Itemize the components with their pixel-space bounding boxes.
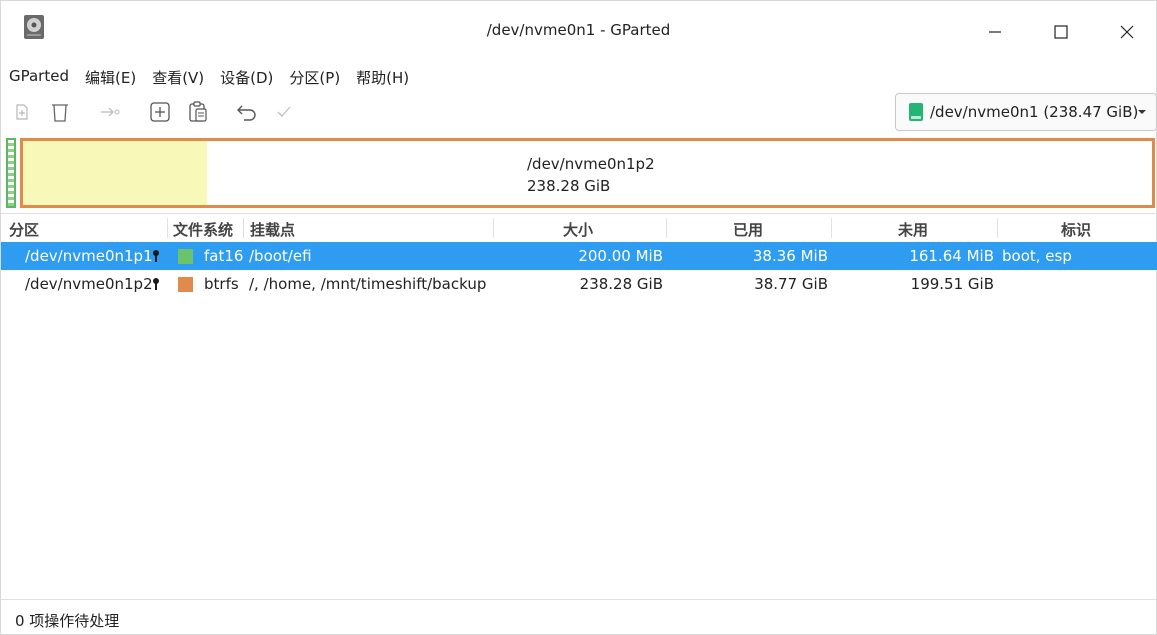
menu-edit[interactable]: 编辑(E) — [77, 65, 144, 91]
disk-map-partition-size: 238.28 GiB — [527, 177, 611, 195]
delete-button[interactable] — [47, 99, 73, 125]
table-row[interactable]: /dev/nvme0n1p1 fat16 /boot/efi 200.00 Mi… — [1, 242, 1157, 270]
menu-help[interactable]: 帮助(H) — [348, 65, 417, 91]
column-separator — [831, 218, 832, 238]
menu-partition[interactable]: 分区(P) — [281, 65, 348, 91]
cell-unused: 199.51 GiB — [910, 275, 994, 293]
title-bar: /dev/nvme0n1 - GParted — [1, 1, 1156, 63]
copy-icon — [150, 102, 170, 122]
table-header: 分区 文件系统 挂载点 大小 已用 未用 标识 — [1, 214, 1157, 242]
device-label: /dev/nvme0n1 (238.47 GiB) — [930, 103, 1139, 121]
new-partition-icon — [16, 104, 28, 120]
cell-used: 38.77 GiB — [754, 275, 828, 293]
undo-icon — [237, 105, 256, 121]
minimize-icon — [989, 31, 1001, 33]
column-header-used[interactable]: 已用 — [733, 219, 763, 240]
copy-button[interactable] — [147, 99, 173, 125]
column-header-size[interactable]: 大小 — [563, 219, 593, 240]
paste-icon — [189, 101, 207, 122]
paste-button[interactable] — [185, 99, 211, 125]
undo-button[interactable] — [234, 99, 260, 125]
cell-partition: /dev/nvme0n1p2 — [25, 275, 153, 293]
disk-map-used-space — [23, 141, 208, 205]
table-row[interactable]: /dev/nvme0n1p2 btrfs /, /home, /mnt/time… — [1, 270, 1157, 298]
disk-map-partition-p2[interactable]: /dev/nvme0n1p2 238.28 GiB — [20, 138, 1155, 208]
column-separator — [167, 218, 168, 238]
pending-operations-status: 0 项操作待处理 — [15, 612, 120, 630]
new-partition-button[interactable] — [9, 99, 35, 125]
resize-move-button[interactable] — [97, 99, 123, 125]
key-icon — [153, 250, 159, 262]
column-header-unused[interactable]: 未用 — [898, 219, 928, 240]
resize-move-icon — [101, 107, 120, 117]
partition-table: 分区 文件系统 挂载点 大小 已用 未用 标识 /dev/nvme0n1p1 f… — [1, 213, 1157, 599]
filesystem-color-swatch — [178, 277, 193, 292]
apply-icon — [277, 106, 291, 117]
cell-size: 238.28 GiB — [579, 275, 663, 293]
menu-gparted[interactable]: GParted — [1, 65, 77, 91]
column-separator — [243, 218, 244, 238]
disk-map-partition-name: /dev/nvme0n1p2 — [527, 155, 655, 173]
apply-button[interactable] — [271, 99, 297, 125]
cell-size: 200.00 MiB — [578, 247, 663, 265]
disk-icon — [909, 103, 923, 121]
gparted-window: /dev/nvme0n1 - GParted GParted 编辑(E) 查看(… — [0, 0, 1157, 635]
menu-device[interactable]: 设备(D) — [212, 65, 281, 91]
delete-icon — [52, 104, 68, 122]
column-separator — [666, 218, 667, 238]
cell-partition: /dev/nvme0n1p1 — [25, 247, 153, 265]
chevron-down-icon — [1138, 110, 1146, 114]
column-header-partition[interactable]: 分区 — [9, 219, 39, 240]
status-bar: 0 项操作待处理 — [1, 599, 1156, 635]
cell-filesystem: fat16 — [204, 247, 244, 265]
cell-unused: 161.64 MiB — [909, 247, 994, 265]
maximize-icon — [1054, 25, 1068, 39]
menu-bar: GParted 编辑(E) 查看(V) 设备(D) 分区(P) 帮助(H) — [1, 65, 417, 91]
column-separator — [493, 218, 494, 238]
column-header-filesystem[interactable]: 文件系统 — [173, 219, 233, 240]
disk-map-label: /dev/nvme0n1p2 238.28 GiB — [527, 153, 655, 197]
cell-filesystem: btrfs — [204, 275, 239, 293]
maximize-button[interactable] — [1043, 15, 1079, 49]
column-separator — [997, 218, 998, 238]
filesystem-color-swatch — [178, 249, 193, 264]
close-icon — [1120, 25, 1134, 39]
close-button[interactable] — [1109, 15, 1145, 49]
cell-used: 38.36 MiB — [752, 247, 828, 265]
disk-map-partition-p1[interactable] — [6, 138, 16, 208]
cell-mountpoint: /, /home, /mnt/timeshift/backup — [249, 275, 487, 293]
column-header-mountpoint[interactable]: 挂载点 — [250, 219, 295, 240]
minimize-button[interactable] — [977, 15, 1013, 49]
device-selector[interactable]: /dev/nvme0n1 (238.47 GiB) — [895, 93, 1157, 131]
key-icon — [153, 278, 159, 290]
cell-flags: boot, esp — [1002, 247, 1072, 265]
cell-mountpoint: /boot/efi — [249, 247, 312, 265]
menu-view[interactable]: 查看(V) — [144, 65, 212, 91]
disk-map: /dev/nvme0n1p2 238.28 GiB — [6, 138, 1155, 208]
column-header-flags[interactable]: 标识 — [1061, 219, 1091, 240]
